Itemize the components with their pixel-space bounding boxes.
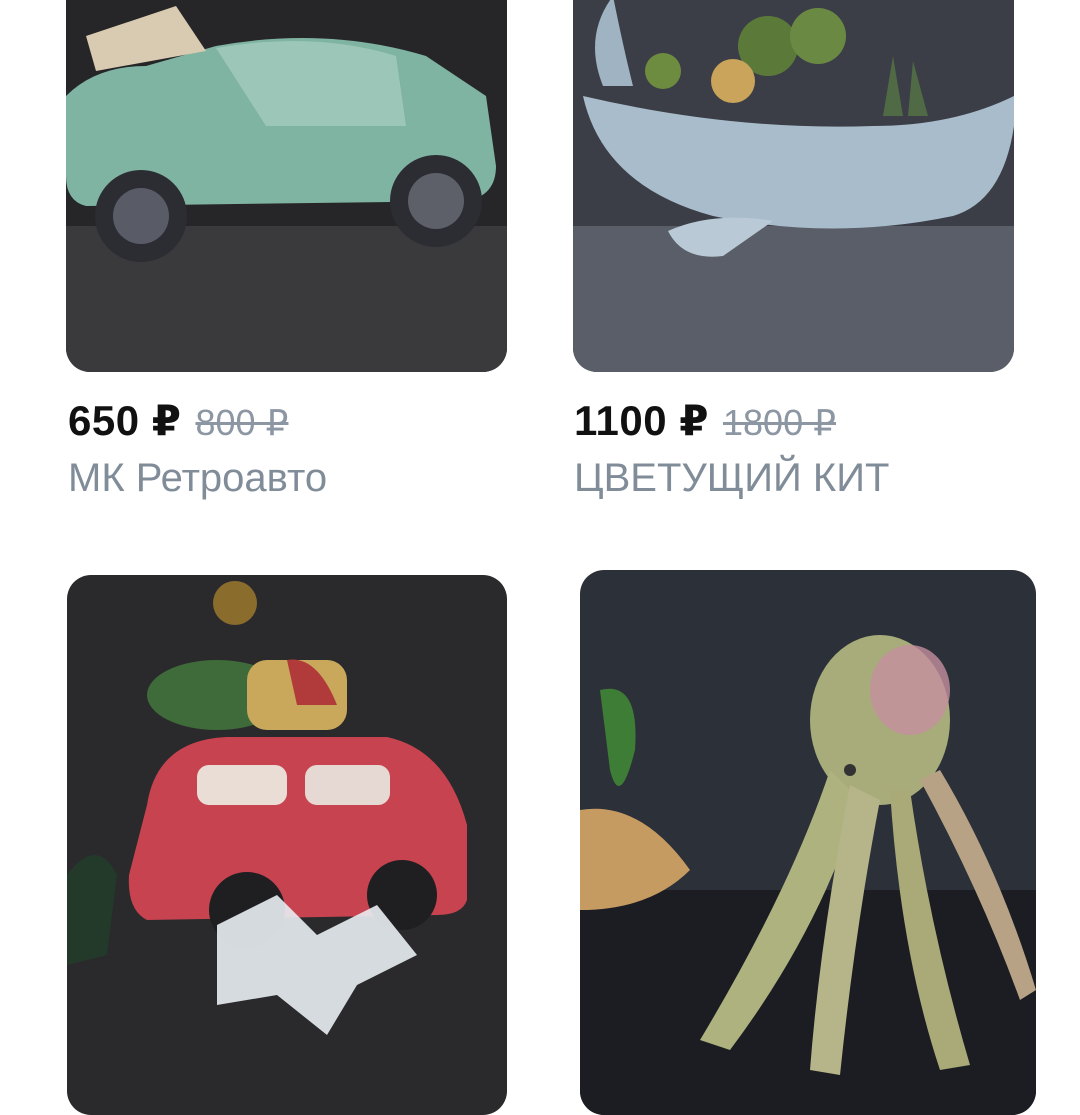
product-price: 1100 ₽ (574, 397, 710, 444)
product-image-octopus[interactable] (580, 570, 1036, 1115)
product-price: 650 ₽ (68, 397, 182, 444)
product-title[interactable]: МК Ретроавто (68, 458, 327, 498)
product-image-whale[interactable] (573, 0, 1014, 372)
product-title[interactable]: ЦВЕТУЩИЙ КИТ (574, 458, 889, 498)
product-old-price: 1800 ₽ (723, 402, 837, 443)
product-old-price: 800 ₽ (195, 402, 289, 443)
product-image-retro-car[interactable] (66, 0, 507, 372)
product-image-red-car[interactable] (67, 575, 507, 1115)
